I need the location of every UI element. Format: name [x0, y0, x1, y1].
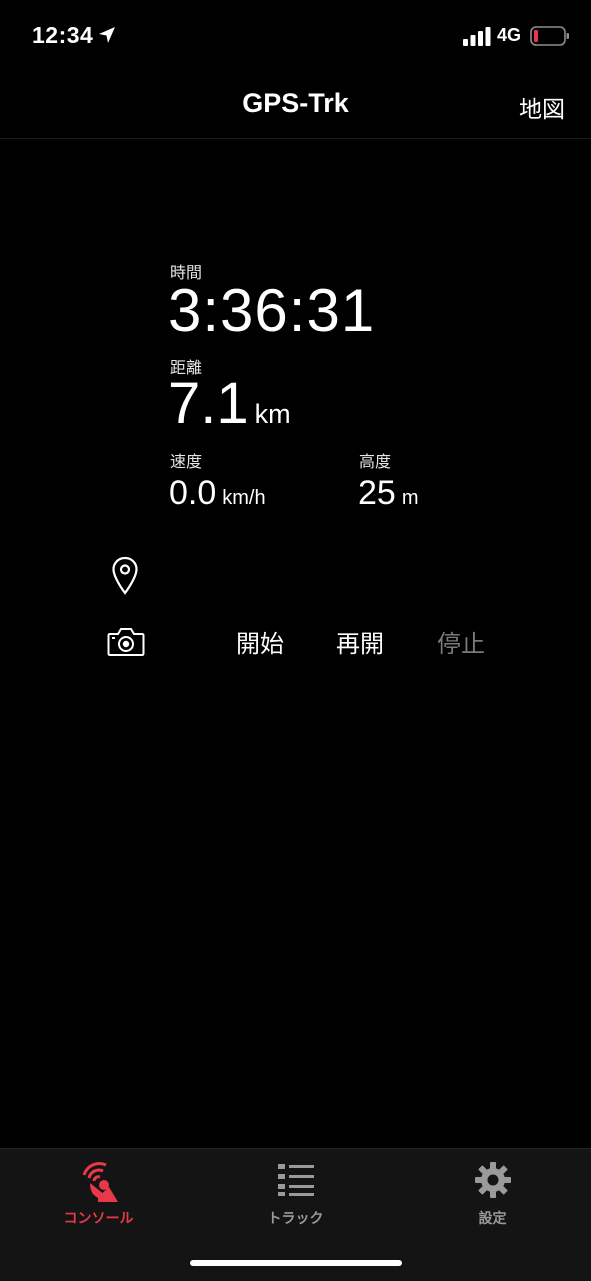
- altitude-value: 25: [358, 474, 396, 512]
- battery-icon: [530, 26, 569, 46]
- location-arrow-icon: [99, 27, 115, 43]
- status-bar: 12:34 4G: [0, 0, 591, 74]
- altitude-label: 高度: [359, 454, 392, 471]
- stop-button[interactable]: 停止: [437, 624, 485, 659]
- page-title: GPS-Trk: [242, 88, 349, 118]
- tab-console[interactable]: コンソール: [0, 1149, 197, 1239]
- map-pin-icon[interactable]: [111, 556, 139, 596]
- resume-button[interactable]: 再開: [336, 624, 384, 659]
- camera-icon[interactable]: [107, 627, 145, 657]
- gear-icon: [474, 1162, 511, 1198]
- network-type: 4G: [497, 25, 522, 45]
- status-time: 12:34: [32, 22, 94, 48]
- signal-icon: [463, 27, 491, 46]
- speed-value: 0.0: [169, 474, 217, 512]
- tab-settings[interactable]: 設定: [394, 1149, 591, 1239]
- distance-unit: km: [254, 399, 291, 429]
- nav-bar: GPS-Trk 地図: [0, 74, 591, 139]
- distance-readout: 7.1 km: [168, 370, 291, 437]
- speed-label: 速度: [170, 454, 203, 471]
- tab-label-tracks: トラック: [267, 1210, 324, 1226]
- altitude-unit: m: [401, 487, 419, 509]
- altitude-readout: 25 m: [358, 474, 419, 513]
- tab-label-settings: 設定: [478, 1210, 507, 1226]
- speed-unit: km/h: [222, 487, 266, 509]
- home-indicator[interactable]: [190, 1260, 402, 1266]
- time-value: 3:36:31: [168, 277, 376, 344]
- tab-tracks[interactable]: トラック: [197, 1149, 394, 1239]
- satellite-dish-icon: [82, 1162, 118, 1202]
- tab-label-console: コンソール: [63, 1210, 134, 1226]
- speed-readout: 0.0 km/h: [169, 474, 266, 513]
- tab-bar: コンソール トラック 設定: [0, 1148, 591, 1281]
- distance-value: 7.1: [168, 371, 249, 436]
- list-icon: [277, 1164, 314, 1196]
- start-button[interactable]: 開始: [236, 624, 284, 659]
- map-button[interactable]: 地図: [519, 90, 565, 124]
